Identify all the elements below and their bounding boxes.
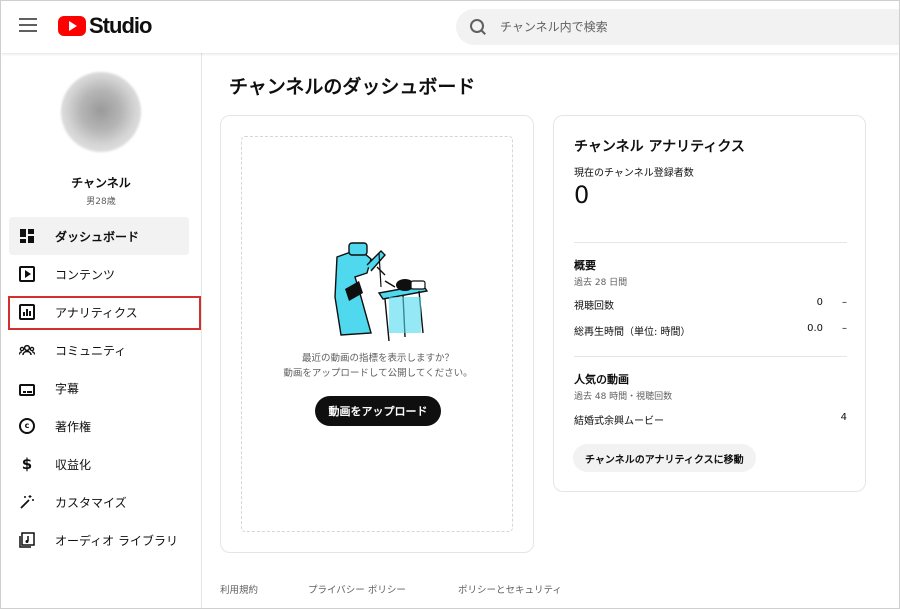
dollar-icon: $ — [21, 455, 33, 473]
top-header: Studio — [1, 1, 899, 53]
community-icon — [18, 342, 36, 358]
page-title: チャンネルのダッシュボード — [229, 76, 476, 98]
sidebar-item-customize[interactable]: カスタマイズ — [9, 483, 189, 521]
footer-link-privacy[interactable]: プライバシー ポリシー — [308, 582, 406, 596]
divider — [574, 242, 847, 243]
footer-link-policy-safety[interactable]: ポリシーとセキュリティ — [458, 582, 562, 596]
studio-window: Studio チャンネル 男28歳 ダッシュボード コンテンツ — [0, 0, 900, 609]
sidebar-item-copyright[interactable]: c 著作権 — [9, 407, 189, 445]
audio-library-icon — [19, 532, 35, 548]
sidebar-nav: ダッシュボード コンテンツ アナリティクス コミュニティ 字幕 c 著作権 $ … — [1, 217, 201, 559]
sidebar-item-label: ダッシュボード — [55, 229, 140, 244]
go-to-analytics-button[interactable]: チャンネルのアナリティクスに移動 — [573, 444, 756, 472]
sidebar-item-label: コンテンツ — [55, 267, 116, 282]
analytics-icon — [19, 304, 35, 320]
channel-avatar[interactable] — [61, 72, 141, 152]
menu-icon[interactable] — [19, 18, 37, 32]
search-input[interactable] — [500, 20, 860, 34]
channel-analytics-card: チャンネル アナリティクス 現在のチャンネル登録者数 0 概要 過去 28 日間… — [553, 115, 866, 492]
sidebar-item-label: カスタマイズ — [55, 495, 127, 510]
video-views: 4 — [840, 412, 847, 423]
video-title[interactable]: 結婚式余興ムービー — [574, 412, 664, 427]
sidebar-item-label: 字幕 — [55, 381, 80, 396]
metric-value: 0 — [816, 297, 823, 308]
sidebar-item-content[interactable]: コンテンツ — [9, 255, 189, 293]
summary-period: 過去 28 日間 — [574, 278, 628, 288]
upload-message: 最近の動画の指標を表示しますか？ 動画をアップロードして公開してください。 — [242, 351, 514, 381]
magic-wand-icon — [19, 494, 35, 510]
upload-illustration — [319, 237, 441, 347]
metric-value: 0.0 — [807, 323, 823, 334]
sidebar-item-label: アナリティクス — [55, 305, 138, 320]
search-bar[interactable] — [456, 9, 899, 45]
sidebar-item-subtitles[interactable]: 字幕 — [9, 369, 189, 407]
content-icon — [19, 266, 35, 282]
sidebar-item-label: オーディオ ライブラリ — [55, 533, 178, 548]
metric-trend: – — [842, 297, 847, 308]
sidebar-item-dashboard[interactable]: ダッシュボード — [9, 217, 189, 255]
channel-subtitle: 男28歳 — [86, 197, 116, 207]
sidebar-item-monetization[interactable]: $ 収益化 — [9, 445, 189, 483]
youtube-play-icon — [58, 16, 86, 36]
subtitles-icon — [19, 384, 35, 396]
top-videos-period: 過去 48 時間・視聴回数 — [574, 392, 673, 402]
metric-label: 視聴回数 — [574, 301, 614, 312]
sidebar-item-audio-library[interactable]: オーディオ ライブラリ — [9, 521, 189, 559]
logo-text: Studio — [89, 13, 152, 38]
upload-message-line1: 最近の動画の指標を表示しますか？ — [301, 353, 454, 364]
studio-logo[interactable]: Studio — [58, 13, 152, 39]
sidebar: チャンネル 男28歳 ダッシュボード コンテンツ アナリティクス コミュニティ … — [1, 53, 202, 608]
upload-card: 最近の動画の指標を表示しますか？ 動画をアップロードして公開してください。 動画… — [220, 115, 534, 553]
copyright-icon: c — [19, 418, 35, 434]
top-videos-title: 人気の動画 — [574, 373, 629, 386]
upload-video-button[interactable]: 動画をアップロード — [315, 396, 441, 426]
dashboard-icon — [19, 228, 35, 244]
upload-message-line2: 動画をアップロードして公開してください。 — [283, 368, 473, 379]
sidebar-item-label: コミュニティ — [55, 343, 127, 358]
metric-trend: – — [842, 323, 847, 334]
sidebar-item-community[interactable]: コミュニティ — [9, 331, 189, 369]
search-icon[interactable] — [470, 19, 486, 35]
sidebar-item-label: 著作権 — [55, 419, 92, 434]
sidebar-item-analytics[interactable]: アナリティクス — [8, 293, 201, 331]
subscribers-label: 現在のチャンネル登録者数 — [574, 168, 694, 179]
subscribers-count: 0 — [574, 181, 590, 209]
channel-name: チャンネル — [71, 176, 131, 190]
sidebar-item-label: 収益化 — [55, 457, 92, 472]
summary-title: 概要 — [574, 259, 596, 272]
divider — [574, 356, 847, 357]
upload-drop-area: 最近の動画の指標を表示しますか？ 動画をアップロードして公開してください。 動画… — [241, 136, 513, 532]
analytics-card-title: チャンネル アナリティクス — [574, 139, 745, 155]
footer-link-terms[interactable]: 利用規約 — [220, 582, 258, 596]
metric-label: 総再生時間（単位: 時間） — [574, 327, 691, 338]
